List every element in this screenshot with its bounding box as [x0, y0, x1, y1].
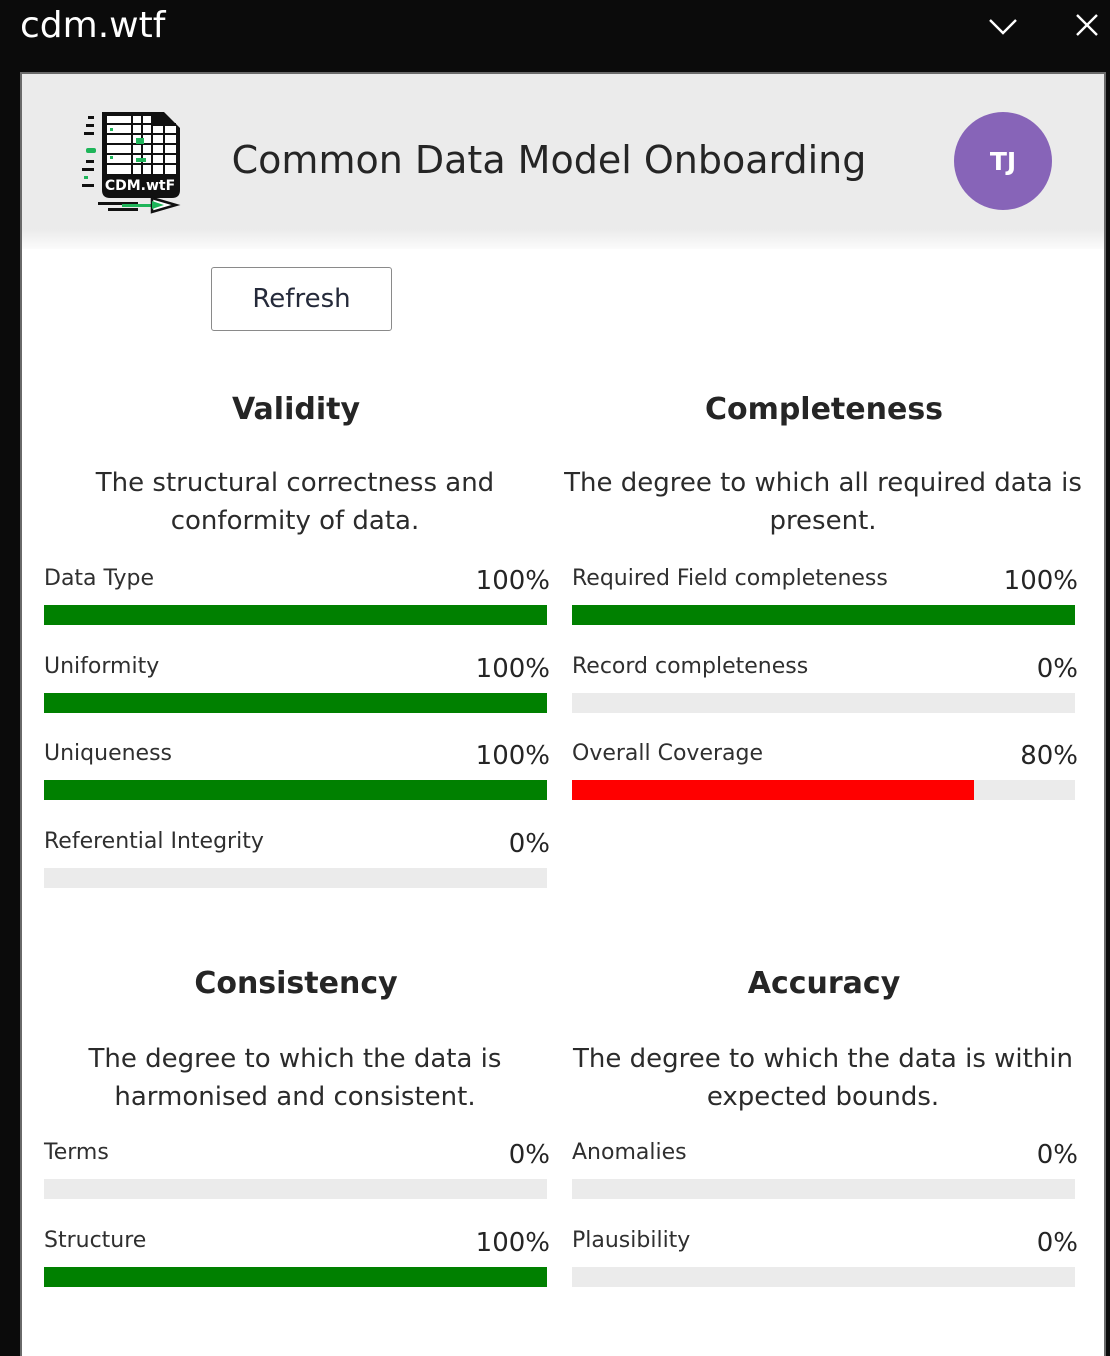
metric-value: 0% [1036, 1140, 1078, 1170]
section-description: The degree to which the data is harmonis… [88, 1044, 502, 1112]
section-description: The degree to which the data is within e… [572, 1044, 1074, 1112]
metric-label: Required Field completeness [572, 566, 888, 591]
metric-value: 0% [1036, 1227, 1078, 1258]
progress-bar-fill [44, 692, 547, 713]
avatar-initials: TJ [989, 146, 1017, 176]
progress-bar [572, 1266, 1075, 1287]
progress-bar-fill [44, 605, 547, 625]
metric-label: Plausibility [572, 1227, 691, 1253]
metric-row: Terms 0% [44, 1140, 550, 1210]
progress-bar [44, 1266, 547, 1287]
progress-bar-fill [44, 780, 547, 800]
progress-bar [44, 605, 547, 625]
metric-value: 100% [475, 741, 550, 771]
progress-bar [572, 1179, 1075, 1199]
progress-bar-fill [572, 605, 1075, 625]
metric-row: Data Type 100% [44, 566, 550, 636]
progress-bar [44, 692, 547, 713]
section-title: Consistency [194, 966, 398, 1001]
metric-label: Overall Coverage [572, 741, 764, 766]
metric-label: Record completeness [572, 653, 809, 679]
user-avatar[interactable]: TJ [954, 112, 1052, 210]
metric-label: Referential Integrity [44, 828, 264, 854]
progress-bar-fill [44, 1266, 547, 1287]
metric-value: 100% [475, 653, 550, 684]
section-title: Accuracy [747, 966, 901, 1001]
section-title: Completeness [704, 392, 944, 427]
metric-row: Uniqueness 100% [44, 741, 550, 811]
content-panel: CDM.wtF Common Data Model Onboarding TJ … [20, 72, 1106, 1356]
metric-value: 0% [508, 828, 550, 859]
metric-value: 100% [1003, 566, 1078, 596]
metric-value: 100% [475, 1227, 550, 1258]
section-title: Validity [231, 392, 361, 427]
metric-value: 100% [475, 566, 550, 596]
collapse-button[interactable] [986, 10, 1020, 44]
metric-value: 0% [508, 1140, 550, 1170]
section-description: The structural correctness and conformit… [95, 468, 495, 536]
metric-label: Structure [44, 1227, 147, 1253]
progress-bar [572, 780, 1075, 800]
section-description: The degree to which all required data is… [564, 468, 1082, 536]
progress-bar [572, 605, 1075, 625]
progress-bar-fill [572, 780, 975, 800]
app-title: cdm.wtf [20, 5, 166, 46]
metric-row: Referential Integrity 0% [44, 828, 550, 899]
metric-row: Uniformity 100% [44, 653, 550, 724]
metric-label: Anomalies [572, 1140, 687, 1165]
title-bar: cdm.wtf [0, 0, 1110, 72]
metric-label: Uniqueness [44, 741, 173, 766]
metric-row: Anomalies 0% [572, 1140, 1078, 1210]
metric-row: Structure 100% [44, 1227, 550, 1298]
progress-bar [572, 692, 1075, 713]
chevron-down-icon [989, 19, 1017, 35]
metric-label: Terms [44, 1140, 109, 1165]
progress-bar [44, 867, 547, 888]
metric-value: 0% [1036, 653, 1078, 684]
page-title: Common Data Model Onboarding [231, 138, 867, 182]
metric-row: Overall Coverage 80% [572, 741, 1078, 811]
refresh-button[interactable]: Refresh [211, 267, 392, 331]
progress-bar [44, 780, 547, 800]
metric-value: 80% [1020, 741, 1078, 771]
progress-bar [44, 1179, 547, 1199]
metric-label: Uniformity [44, 653, 160, 679]
app-header: CDM.wtF Common Data Model Onboarding TJ [22, 74, 1104, 249]
metric-row: Plausibility 0% [572, 1227, 1078, 1298]
close-icon [1076, 14, 1098, 36]
metric-row: Record completeness 0% [572, 653, 1078, 724]
metric-label: Data Type [44, 566, 155, 591]
close-button[interactable] [1070, 10, 1104, 44]
metric-row: Required Field completeness 100% [572, 566, 1078, 636]
